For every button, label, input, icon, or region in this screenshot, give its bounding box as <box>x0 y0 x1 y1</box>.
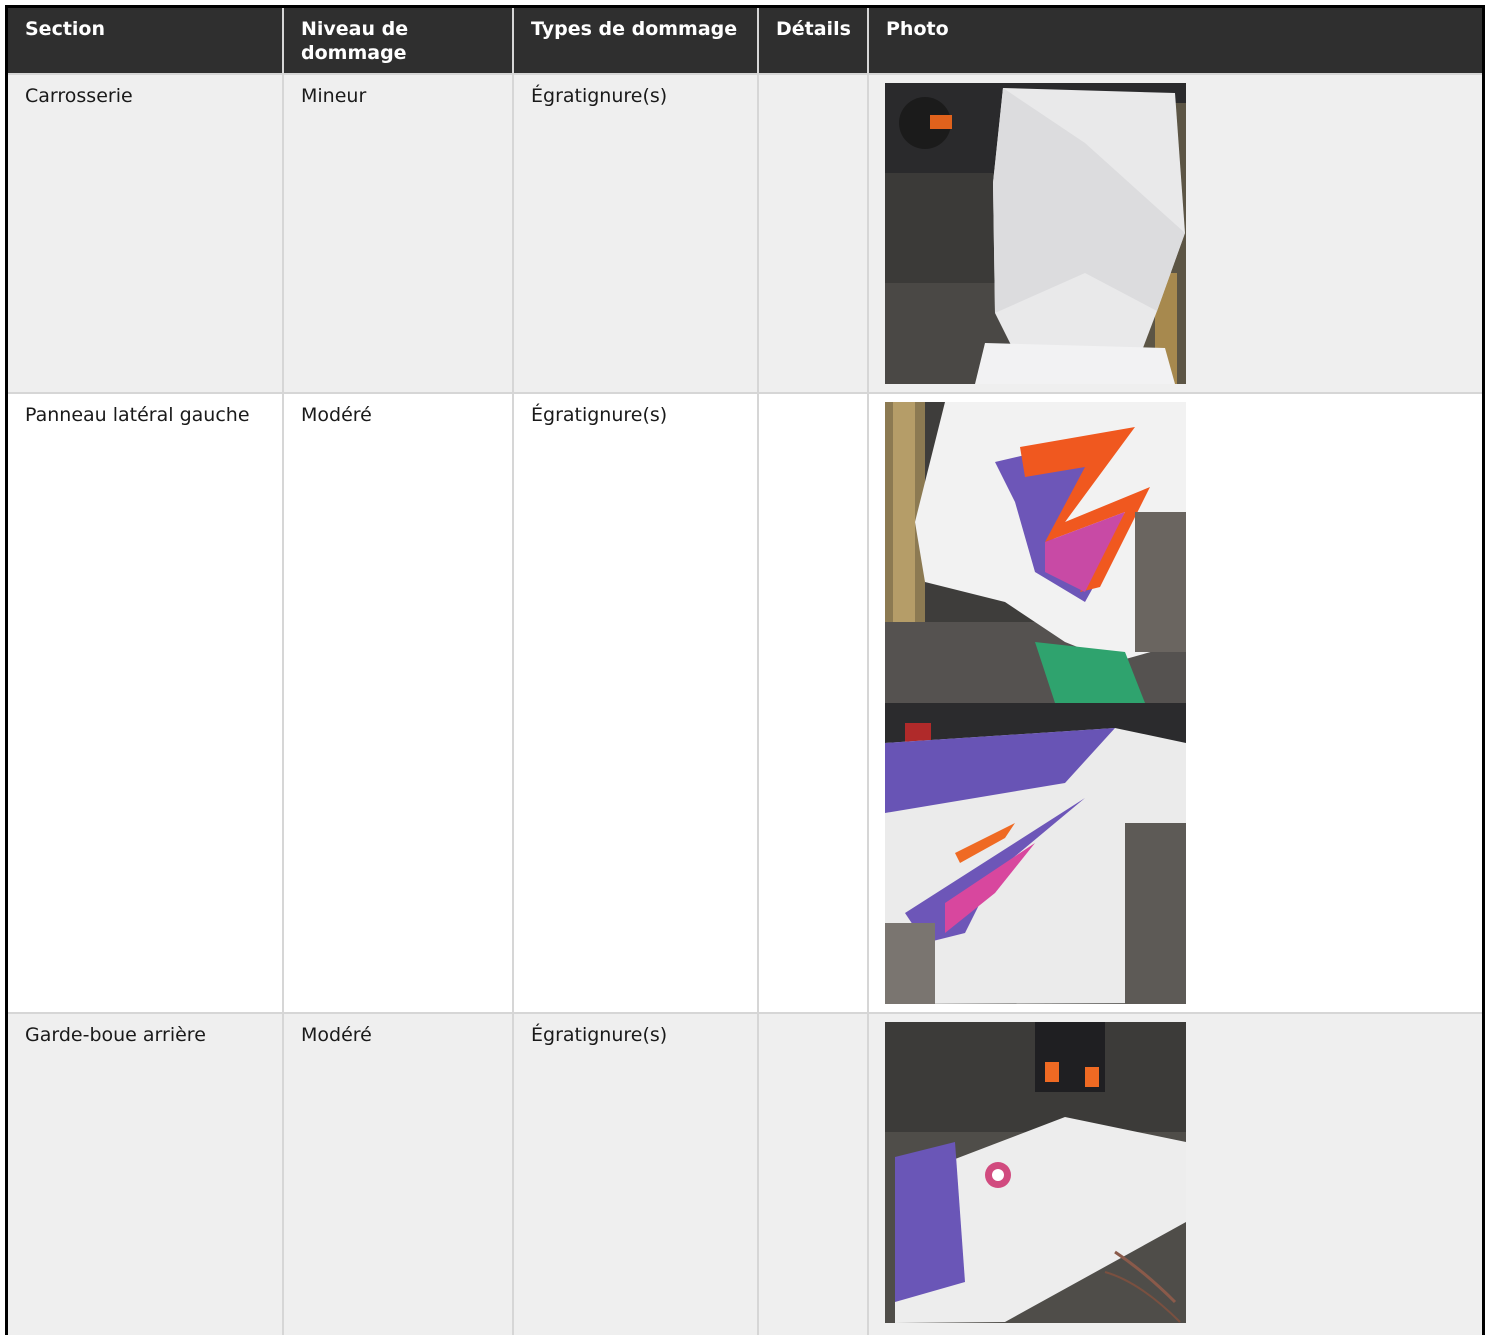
cell-damage-type: Égratignure(s) <box>513 1013 759 1335</box>
photo-front-fairing[interactable] <box>885 83 1186 384</box>
table-header-row: Section Niveau de dommage Types de domma… <box>8 8 1482 75</box>
cell-damage-level: Modéré <box>283 1013 514 1335</box>
header-photo: Photo <box>868 8 1482 75</box>
table-row: Garde-boue arrière Modéré Égratignure(s) <box>8 1013 1482 1335</box>
cell-section: Carrosserie <box>8 74 284 394</box>
header-damage-type: Types de dommage <box>513 8 759 75</box>
photo-side-panel-rear[interactable] <box>885 703 1186 1004</box>
cell-damage-level: Mineur <box>283 74 514 394</box>
cell-details <box>758 393 869 1014</box>
cell-photo <box>868 1013 1482 1335</box>
photo-side-panel-rear-image <box>885 703 1186 1004</box>
photo-side-panel-front-image <box>885 402 1186 703</box>
report-frame: Section Niveau de dommage Types de domma… <box>5 5 1485 1335</box>
cell-section: Garde-boue arrière <box>8 1013 284 1335</box>
cell-damage-level: Modéré <box>283 393 514 1014</box>
table-row: Carrosserie Mineur Égratignure(s) <box>8 74 1482 394</box>
cell-photo <box>868 393 1482 1014</box>
photo-rear-fender-image <box>885 1022 1186 1323</box>
photo-rear-fender[interactable] <box>885 1022 1186 1323</box>
header-damage-level: Niveau de dommage <box>283 8 514 75</box>
photo-side-panel-front[interactable] <box>885 402 1186 703</box>
damage-table: Section Niveau de dommage Types de domma… <box>8 8 1482 1335</box>
cell-damage-type: Égratignure(s) <box>513 74 759 394</box>
photo-front-fairing-image <box>885 83 1186 384</box>
cell-details <box>758 1013 869 1335</box>
header-section: Section <box>8 8 284 75</box>
table-row: Panneau latéral gauche Modéré Égratignur… <box>8 393 1482 1014</box>
header-details: Détails <box>758 8 869 75</box>
cell-details <box>758 74 869 394</box>
cell-damage-type: Égratignure(s) <box>513 393 759 1014</box>
cell-section: Panneau latéral gauche <box>8 393 284 1014</box>
cell-photo <box>868 74 1482 394</box>
